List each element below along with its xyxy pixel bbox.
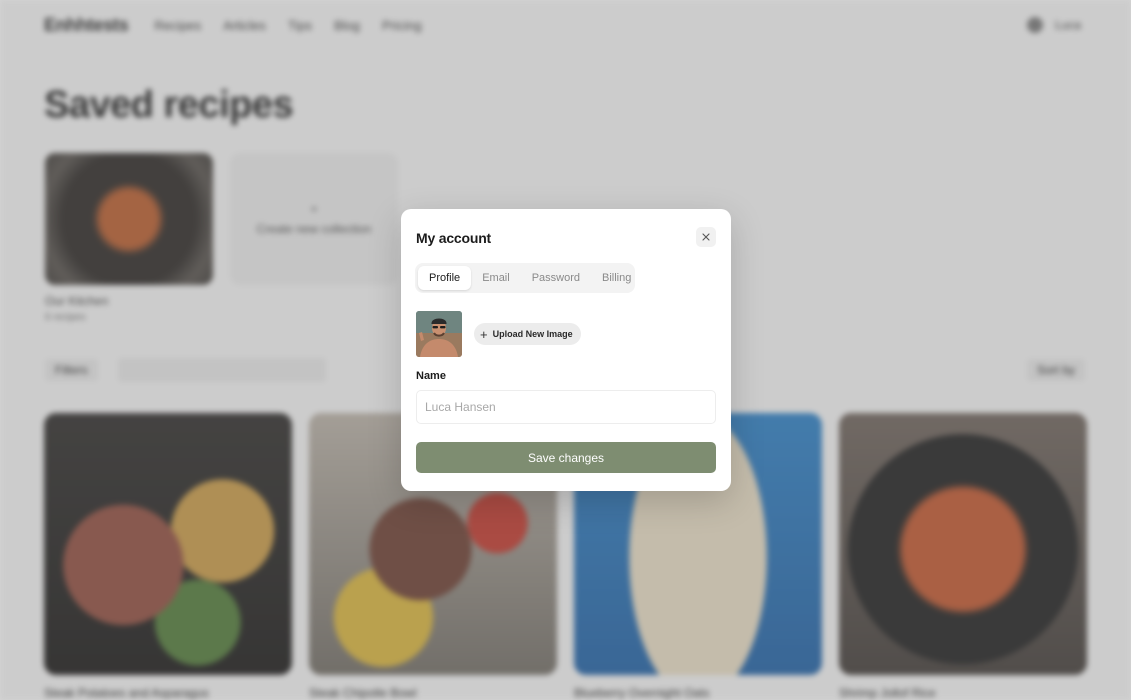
nav-link-blog[interactable]: Blog [334,18,360,33]
upload-image-button[interactable]: + Upload New Image [474,323,581,345]
filters-button[interactable]: Filters [45,359,98,381]
collection-count: 6 recipes [45,312,86,323]
collection-meta: Our Kitchen 6 recipes [45,294,108,323]
tab-email[interactable]: Email [471,266,521,290]
sort-button[interactable]: Sort by [1026,359,1085,381]
recipe-title[interactable]: Shrimp Jollof Rice [839,686,936,700]
site-logo[interactable]: Enhhtests [44,15,129,36]
account-tabs: Profile Email Password Billing [415,263,635,293]
recipe-title[interactable]: Steak Potatoes and Asparagus [44,686,209,700]
collection-card[interactable] [45,153,213,285]
nav-links: Recipes Articles Tips Blog Pricing [154,18,421,33]
close-button[interactable] [696,227,716,247]
tab-billing[interactable]: Billing [591,266,642,290]
new-collection-label: Create new collection [256,222,372,236]
save-changes-button[interactable]: Save changes [416,442,716,473]
collection-name: Our Kitchen [45,294,109,308]
user-avatar-icon [1026,17,1043,33]
nav-link-tips[interactable]: Tips [288,18,312,33]
new-collection-card[interactable]: + Create new collection [230,153,398,285]
account-modal: My account Profile Email Password Billin… [401,209,731,491]
recipe-title[interactable]: Steak Chipotle Bowl [309,686,416,700]
tab-password[interactable]: Password [521,266,591,290]
nav-link-articles[interactable]: Articles [223,18,266,33]
user-menu[interactable]: Luca [1026,17,1081,33]
nav-link-recipes[interactable]: Recipes [154,18,201,33]
top-navigation: Enhhtests Recipes Articles Tips Blog Pri… [44,12,1081,38]
plus-icon: + [310,202,318,216]
profile-photo [416,311,462,357]
recipe-card-image[interactable] [44,413,292,675]
upload-image-label: Upload New Image [492,329,573,339]
page-title: Saved recipes [44,84,294,126]
user-name: Luca [1054,18,1081,32]
nav-link-pricing[interactable]: Pricing [382,18,422,33]
modal-title: My account [416,230,492,246]
recipe-title[interactable]: Blueberry Overnight Oats [574,686,709,700]
close-icon [702,233,710,241]
search-input[interactable] [117,358,326,382]
name-input[interactable] [416,390,716,424]
name-label: Name [416,370,446,382]
plus-icon: + [480,326,488,342]
recipe-card-image[interactable] [839,413,1087,675]
profile-photo-illustration [416,311,462,357]
tab-profile[interactable]: Profile [418,266,472,290]
